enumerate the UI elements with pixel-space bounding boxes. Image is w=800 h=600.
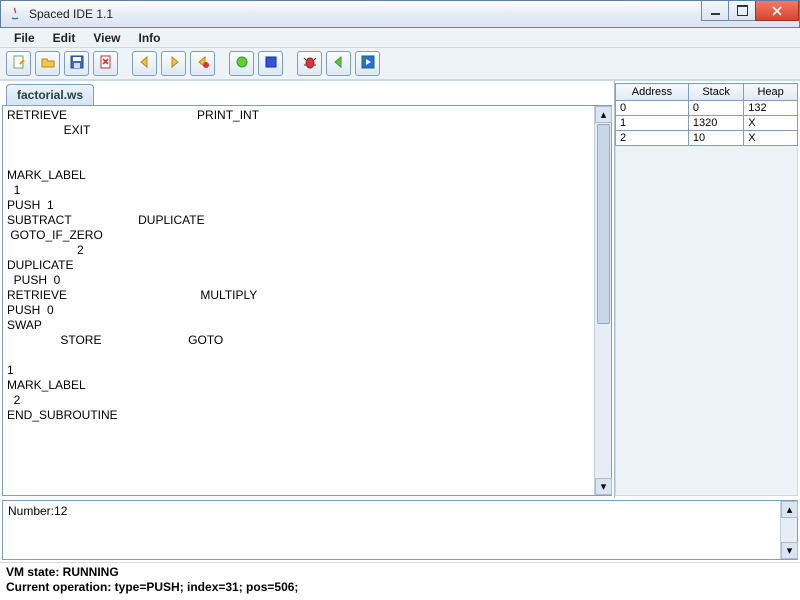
- window-title: Spaced IDE 1.1: [29, 7, 113, 21]
- editor-panel: RETRIEVE PRINT_INT EXIT MARK_LABEL 1 PUS…: [2, 105, 612, 496]
- status-bar: VM state: RUNNING Current operation: typ…: [0, 562, 800, 597]
- new-icon: [12, 55, 26, 72]
- table-row: 210X: [616, 131, 798, 146]
- console-scrollbar[interactable]: ▴ ▾: [780, 501, 797, 559]
- close-file-button[interactable]: [93, 51, 118, 76]
- closex-icon: [99, 55, 113, 72]
- arrow-left-green-icon: [332, 55, 346, 72]
- play-blue-icon: [361, 55, 375, 72]
- bug-left-icon: [196, 55, 210, 72]
- memory-panel: Address Stack Heap 00132 11320X 210X: [615, 81, 800, 498]
- square-blue-icon: [264, 55, 278, 72]
- scroll-down-icon[interactable]: ▾: [595, 478, 612, 495]
- save-icon: [70, 55, 84, 72]
- save-file-button[interactable]: [64, 51, 89, 76]
- debug-button[interactable]: [297, 51, 322, 76]
- tab-factorial[interactable]: factorial.ws: [6, 84, 94, 105]
- java-icon: [7, 6, 23, 22]
- debug-back-button[interactable]: [190, 51, 215, 76]
- stop-button[interactable]: [258, 51, 283, 76]
- scroll-down-icon[interactable]: ▾: [781, 542, 798, 559]
- bug-red-icon: [303, 55, 317, 72]
- col-stack[interactable]: Stack: [688, 84, 743, 101]
- code-editor[interactable]: RETRIEVE PRINT_INT EXIT MARK_LABEL 1 PUS…: [3, 106, 594, 495]
- open-icon: [41, 55, 55, 72]
- table-row: 11320X: [616, 116, 798, 131]
- step-forward-button[interactable]: [161, 51, 186, 76]
- menubar: File Edit View Info: [0, 28, 800, 48]
- maximize-button[interactable]: [728, 1, 756, 21]
- new-file-button[interactable]: [6, 51, 31, 76]
- col-heap[interactable]: Heap: [744, 84, 798, 101]
- minimize-button[interactable]: [701, 1, 729, 21]
- col-address[interactable]: Address: [616, 84, 689, 101]
- run-button[interactable]: [229, 51, 254, 76]
- current-op-label: Current operation: type=PUSH; index=31; …: [6, 580, 794, 595]
- arrow-left-yellow-icon: [138, 55, 152, 72]
- editor-tabs: factorial.ws: [2, 83, 612, 105]
- scroll-up-icon[interactable]: ▴: [595, 106, 612, 123]
- window-titlebar: Spaced IDE 1.1: [0, 0, 800, 28]
- close-button[interactable]: [755, 1, 799, 21]
- open-file-button[interactable]: [35, 51, 60, 76]
- editor-scrollbar[interactable]: ▴ ▾: [594, 106, 611, 495]
- menu-file[interactable]: File: [6, 29, 43, 47]
- circle-green-icon: [235, 55, 249, 72]
- scroll-thumb[interactable]: [597, 124, 610, 324]
- play-button[interactable]: [355, 51, 380, 76]
- console-output[interactable]: Number:12: [3, 501, 780, 559]
- resume-button[interactable]: [326, 51, 351, 76]
- memory-table: Address Stack Heap 00132 11320X 210X: [615, 83, 798, 146]
- arrow-right-yellow-icon: [167, 55, 181, 72]
- step-back-button[interactable]: [132, 51, 157, 76]
- menu-info[interactable]: Info: [130, 29, 168, 47]
- menu-view[interactable]: View: [85, 29, 128, 47]
- toolbar: [0, 48, 800, 80]
- vm-state-label: VM state: RUNNING: [6, 565, 794, 580]
- scroll-up-icon[interactable]: ▴: [781, 501, 798, 518]
- console-panel: Number:12 ▴ ▾: [2, 500, 798, 560]
- window-buttons: [702, 1, 799, 21]
- menu-edit[interactable]: Edit: [45, 29, 84, 47]
- table-row: 00132: [616, 101, 798, 116]
